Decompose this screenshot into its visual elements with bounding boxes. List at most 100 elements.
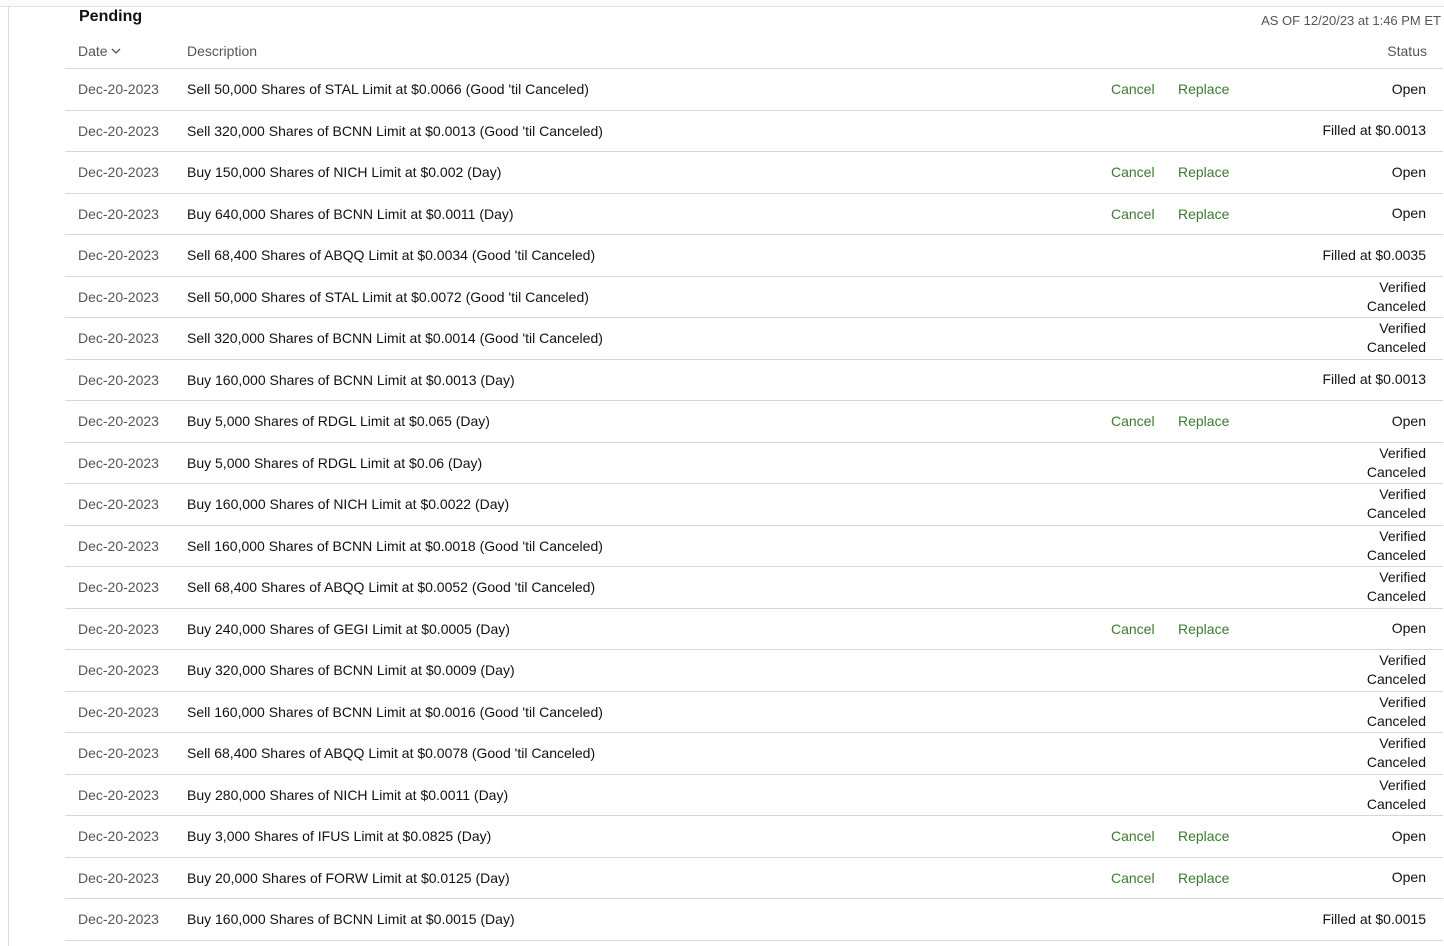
order-status: Filled at $0.0035 bbox=[1322, 246, 1426, 263]
replace-link[interactable]: Replace bbox=[1178, 69, 1229, 110]
replace-link[interactable]: Replace bbox=[1178, 401, 1229, 442]
order-description: Sell 320,000 Shares of BCNN Limit at $0.… bbox=[187, 330, 603, 347]
replace-link[interactable]: Replace bbox=[1178, 609, 1229, 650]
order-description: Sell 160,000 Shares of BCNN Limit at $0.… bbox=[187, 703, 603, 720]
order-description: Buy 5,000 Shares of RDGL Limit at $0.06 … bbox=[187, 454, 483, 471]
order-status: Open bbox=[1391, 869, 1426, 886]
cancel-link[interactable]: Cancel bbox=[1111, 152, 1155, 193]
table-row: Dec-20-2023 Buy 280,000 Shares of NICH Li… bbox=[65, 773, 1443, 816]
order-status: Verified Canceled bbox=[1366, 527, 1426, 563]
order-description: Buy 280,000 Shares of NICH Limit at $0.0… bbox=[187, 786, 509, 803]
order-date: Dec-20-2023 bbox=[78, 413, 159, 430]
order-description: Sell 160,000 Shares of BCNN Limit at $0.… bbox=[187, 537, 603, 554]
table-row: Dec-20-2023 Buy 640,000 Shares of BCNN Li… bbox=[65, 192, 1443, 235]
table-row: Dec-20-2023 Buy 160,000 Shares of BCNN Li… bbox=[65, 898, 1443, 941]
table-row: Dec-20-2023 Sell 320,000 Shares of BCNN L… bbox=[65, 317, 1443, 359]
order-status: Open bbox=[1391, 163, 1426, 180]
order-description: Sell 68,400 Shares of ABQQ Limit at $0.0… bbox=[187, 247, 596, 264]
table-row: Dec-20-2023 Sell 68,400 Shares of ABQQ Li… bbox=[65, 234, 1443, 276]
table-row: Dec-20-2023 Sell 320,000 Shares of BCNN L… bbox=[65, 109, 1443, 152]
order-description: Buy 5,000 Shares of RDGL Limit at $0.065… bbox=[187, 413, 490, 430]
order-status: Verified Canceled bbox=[1366, 776, 1426, 812]
order-status: Open bbox=[1391, 205, 1426, 222]
table-row: Dec-20-2023 Sell 50,000 Shares of STAL Li… bbox=[65, 275, 1443, 318]
order-date: Dec-20-2023 bbox=[78, 786, 159, 803]
cancel-link[interactable]: Cancel bbox=[1111, 401, 1155, 442]
table-row: Dec-20-2023 Sell 160,000 Shares of BCNN L… bbox=[65, 524, 1443, 567]
order-status: Verified Canceled bbox=[1366, 652, 1426, 688]
order-description: Buy 320,000 Shares of BCNN Limit at $0.0… bbox=[187, 662, 515, 679]
table-row: Dec-20-2023 Buy 5,000 Shares of RDGL Limi… bbox=[65, 441, 1443, 484]
order-date: Dec-20-2023 bbox=[78, 537, 159, 554]
cancel-link[interactable]: Cancel bbox=[1111, 858, 1155, 899]
order-date: Dec-20-2023 bbox=[78, 662, 159, 679]
order-status: Open bbox=[1391, 80, 1426, 97]
order-status: Verified Canceled bbox=[1366, 569, 1426, 605]
cancel-link[interactable]: Cancel bbox=[1111, 194, 1155, 235]
order-date: Dec-20-2023 bbox=[78, 496, 159, 513]
order-description: Buy 150,000 Shares of NICH Limit at $0.0… bbox=[187, 164, 502, 181]
cancel-link[interactable]: Cancel bbox=[1111, 609, 1155, 650]
order-date: Dec-20-2023 bbox=[78, 81, 159, 98]
order-description: Buy 160,000 Shares of NICH Limit at $0.0… bbox=[187, 496, 510, 513]
table-row: Dec-20-2023 Buy 150,000 Shares of NICH Li… bbox=[65, 151, 1443, 193]
cancel-link[interactable]: Cancel bbox=[1111, 69, 1155, 110]
order-description: Sell 50,000 Shares of STAL Limit at $0.0… bbox=[187, 81, 589, 98]
replace-link[interactable]: Replace bbox=[1178, 858, 1229, 899]
order-description: Sell 320,000 Shares of BCNN Limit at $0.… bbox=[187, 122, 603, 139]
order-status: Verified Canceled bbox=[1366, 486, 1426, 522]
order-status: Verified Canceled bbox=[1366, 693, 1426, 729]
left-divider bbox=[8, 6, 9, 946]
order-date: Dec-20-2023 bbox=[78, 247, 159, 264]
replace-link[interactable]: Replace bbox=[1178, 152, 1229, 193]
section-title: Pending bbox=[79, 8, 143, 25]
order-description: Buy 160,000 Shares of BCNN Limit at $0.0… bbox=[187, 371, 515, 388]
order-date: Dec-20-2023 bbox=[78, 703, 159, 720]
order-date: Dec-20-2023 bbox=[78, 911, 159, 928]
order-status: Verified Canceled bbox=[1366, 278, 1426, 314]
order-status: Filled at $0.0013 bbox=[1322, 122, 1426, 139]
order-date: Dec-20-2023 bbox=[78, 869, 159, 886]
order-status: Verified Canceled bbox=[1366, 444, 1426, 480]
replace-link[interactable]: Replace bbox=[1178, 816, 1229, 857]
table-row: Dec-20-2023 Buy 160,000 Shares of BCNN Li… bbox=[65, 358, 1443, 401]
order-date: Dec-20-2023 bbox=[78, 288, 159, 305]
orders-table: Dec-20-2023 Sell 50,000 Shares of STAL Li… bbox=[65, 68, 1443, 941]
as-of-timestamp: AS OF 12/20/23 at 1:46 PM ET bbox=[1261, 13, 1441, 28]
order-status: Open bbox=[1391, 412, 1426, 429]
cancel-link[interactable]: Cancel bbox=[1111, 816, 1155, 857]
order-description: Sell 68,400 Shares of ABQQ Limit at $0.0… bbox=[187, 579, 596, 596]
table-row: Dec-20-2023 Buy 240,000 Shares of GEGI Li… bbox=[65, 607, 1443, 650]
replace-link[interactable]: Replace bbox=[1178, 194, 1229, 235]
order-date: Dec-20-2023 bbox=[78, 620, 159, 637]
order-status: Open bbox=[1391, 620, 1426, 637]
order-date: Dec-20-2023 bbox=[78, 330, 159, 347]
table-row: Dec-20-2023 Sell 160,000 Shares of BCNN L… bbox=[65, 690, 1443, 733]
order-description: Buy 240,000 Shares of GEGI Limit at $0.0… bbox=[187, 620, 510, 637]
order-date: Dec-20-2023 bbox=[78, 122, 159, 139]
order-status: Open bbox=[1391, 827, 1426, 844]
order-status: Filled at $0.0015 bbox=[1322, 910, 1426, 927]
order-description: Buy 20,000 Shares of FORW Limit at $0.01… bbox=[187, 869, 510, 886]
order-date: Dec-20-2023 bbox=[78, 828, 159, 845]
order-status: Verified Canceled bbox=[1366, 735, 1426, 771]
order-description: Sell 50,000 Shares of STAL Limit at $0.0… bbox=[187, 288, 589, 305]
table-row: Dec-20-2023 Buy 320,000 Shares of BCNN Li… bbox=[65, 649, 1443, 691]
top-divider bbox=[0, 0, 1444, 7]
table-row: Dec-20-2023 Sell 68,400 Shares of ABQQ Li… bbox=[65, 732, 1443, 774]
table-row: Dec-20-2023 Buy 20,000 Shares of FORW Lim… bbox=[65, 856, 1443, 899]
order-date: Dec-20-2023 bbox=[78, 371, 159, 388]
order-description: Buy 3,000 Shares of IFUS Limit at $0.082… bbox=[187, 828, 492, 845]
chevron-down-icon bbox=[111, 48, 121, 54]
date-header-label: Date bbox=[78, 43, 108, 59]
order-status: Filled at $0.0013 bbox=[1322, 371, 1426, 388]
table-row: Dec-20-2023 Buy 5,000 Shares of RDGL Limi… bbox=[65, 400, 1443, 442]
table-row: Dec-20-2023 Buy 3,000 Shares of IFUS Limi… bbox=[65, 815, 1443, 857]
order-date: Dec-20-2023 bbox=[78, 454, 159, 471]
order-date: Dec-20-2023 bbox=[78, 579, 159, 596]
order-date: Dec-20-2023 bbox=[78, 205, 159, 222]
order-description: Sell 68,400 Shares of ABQQ Limit at $0.0… bbox=[187, 745, 596, 762]
status-column-header: Status bbox=[1387, 43, 1427, 59]
date-column-header[interactable]: Date bbox=[78, 43, 121, 59]
table-row: Dec-20-2023 Buy 160,000 Shares of NICH Li… bbox=[65, 483, 1443, 525]
